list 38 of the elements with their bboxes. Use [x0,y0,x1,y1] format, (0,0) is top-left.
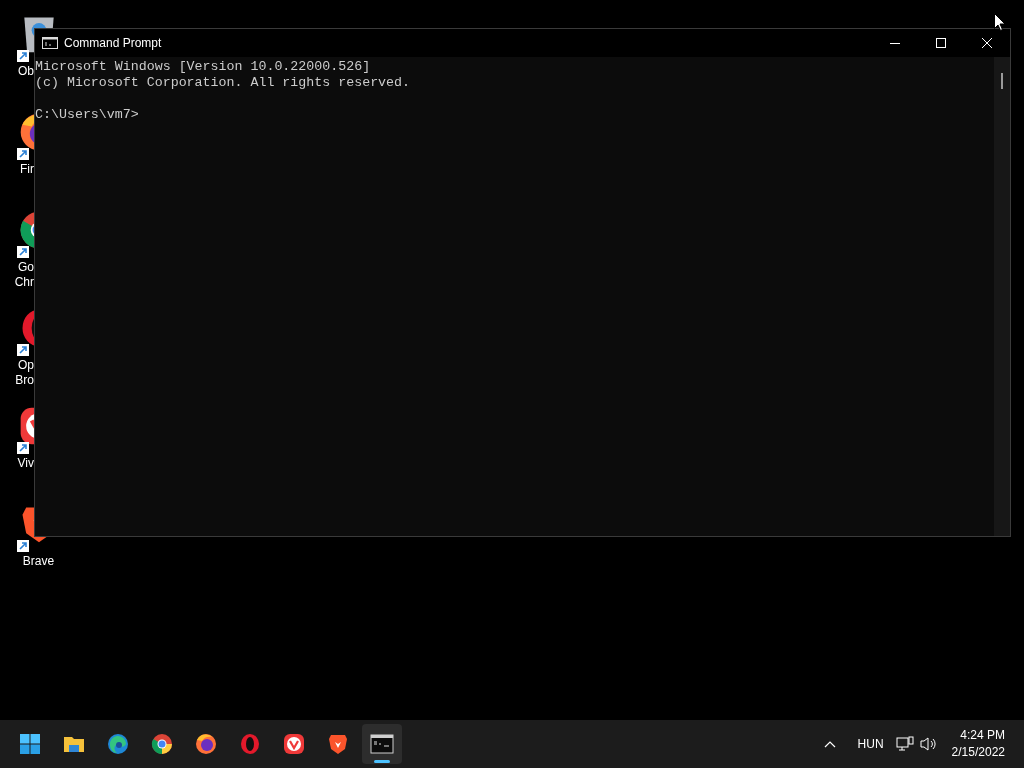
desktop-icon-label: Brave [22,554,55,569]
edge-icon [106,732,130,756]
firefox-icon [194,732,218,756]
clock-date: 2/15/2022 [951,744,1005,761]
desktop-icon-label: Bro [15,373,34,388]
command-prompt: C:\Users\vm7> [35,107,140,123]
windows-logo-icon [18,732,42,756]
window-title: Command Prompt [64,35,162,52]
vivaldi-icon [282,732,306,756]
shortcut-arrow-icon [16,148,29,160]
close-icon [982,38,992,48]
chrome-icon [150,732,174,756]
shortcut-arrow-icon [16,50,29,62]
console-window-icon [370,732,394,756]
console-window-icon [42,37,58,49]
desktop-icon-label: Chr [14,275,34,290]
shortcut-arrow-icon [16,540,29,552]
minimize-icon [890,42,900,44]
shortcut-arrow-icon [16,442,29,454]
language-indicator[interactable]: HUN [857,735,884,753]
lion-shield-icon [326,732,350,756]
desktop-icon-label: Viv [17,456,34,471]
desktop-icon-label: Go [18,260,34,275]
console-output-line: (c) Microsoft Corporation. All rights reserved. [35,75,412,91]
maximize-icon [936,38,946,48]
clock[interactable]: 4:24 PM 2/15/2022 [951,727,1005,761]
opera-icon [238,732,262,756]
shortcut-arrow-icon [16,344,29,356]
chevron-up-icon[interactable] [823,740,836,748]
console-output-line: Microsoft Windows [Version 10.0.22000.526] [35,59,372,75]
desktop-icon-label: Fir [20,162,34,177]
speaker-icon[interactable] [919,736,938,752]
desktop-icon-label: Op [18,358,34,373]
desktop-icon-label: Ob [18,64,34,79]
shortcut-arrow-icon [16,246,29,258]
taskbar-app-button[interactable] [362,724,402,764]
clock-time: 4:24 PM [960,727,1005,744]
network-icon[interactable] [895,736,914,752]
